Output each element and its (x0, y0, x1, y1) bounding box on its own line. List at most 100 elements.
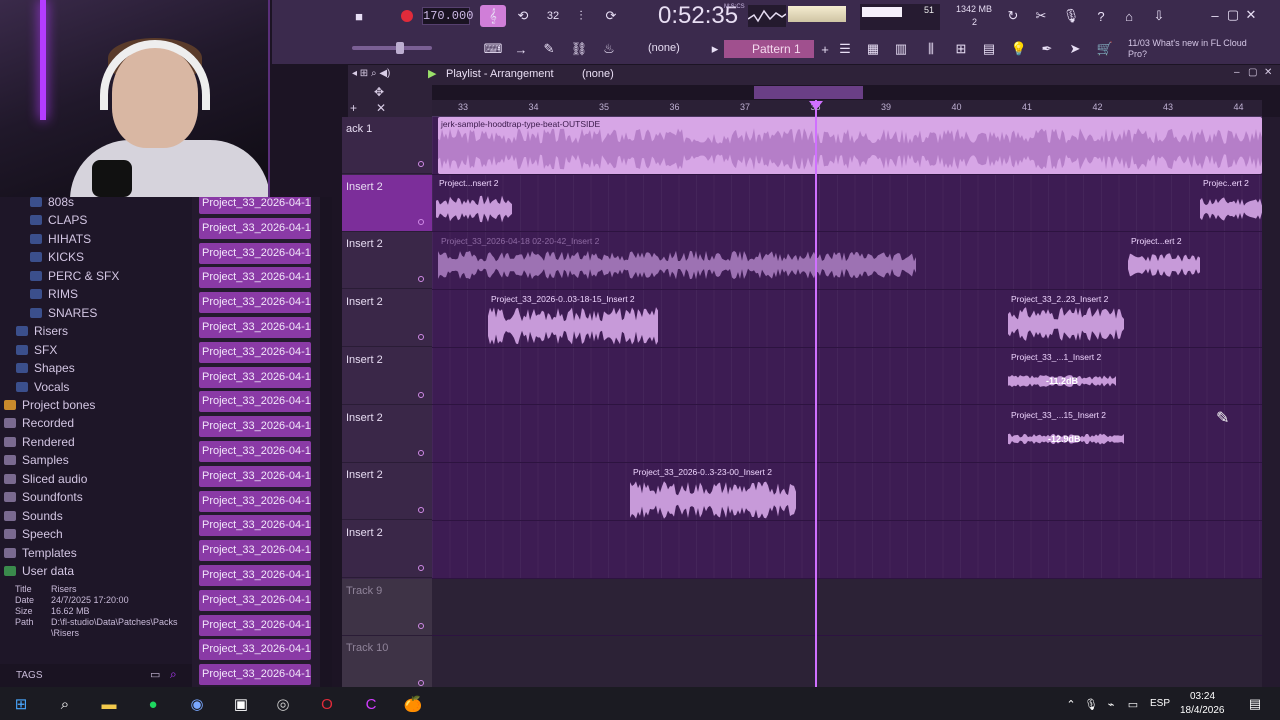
file-item[interactable]: Project_33_2026-04-18... (199, 217, 311, 239)
track-lane[interactable] (432, 348, 1262, 406)
track-header[interactable]: Track 9 (342, 578, 432, 636)
browser-item[interactable]: Templates (4, 544, 77, 562)
plugin-icon[interactable]: ▤ (976, 38, 1002, 60)
track-mute-icon[interactable] (418, 218, 424, 225)
audio-clip[interactable]: Project_33_...1_Insert 2 -11.2dB (1008, 350, 1116, 405)
playlist-menu-icon[interactable]: ◂ ⊞ ⌕ ◀) (352, 68, 390, 79)
cut-icon[interactable]: ✂ (1028, 5, 1054, 27)
audio-clip[interactable]: Project...nsert 2 (436, 176, 516, 231)
track-mute-icon[interactable] (418, 161, 424, 167)
track-header[interactable]: Insert 2 (342, 406, 432, 463)
notifications-icon[interactable]: ▤ (1244, 693, 1266, 715)
file-item[interactable]: Project_33_2026-04-18... (199, 391, 311, 413)
browser-item[interactable]: Shapes (16, 359, 75, 377)
browser-item[interactable]: CLAPS (30, 211, 87, 229)
track-mute-icon[interactable] (418, 680, 424, 687)
playlist-minimize-icon[interactable]: – (1234, 67, 1240, 78)
taskbar-time[interactable]: 03:24 (1190, 691, 1215, 702)
playlist-icon[interactable]: ☰ (832, 38, 858, 60)
remove-icon[interactable]: ✕ (376, 101, 386, 115)
language-indicator[interactable]: ESP (1150, 698, 1170, 709)
audio-clip[interactable]: Project_33_2026-0..03-18-15_Insert 2 (488, 292, 658, 347)
feather-icon[interactable]: ✒ (1034, 38, 1060, 60)
browser-item[interactable]: Sliced audio (4, 470, 87, 488)
tempo-display[interactable]: 170.000 (422, 7, 473, 25)
playlist-maximize-icon[interactable]: ▢ (1248, 67, 1257, 78)
file-item[interactable]: Project_33_2026-04-18... (199, 267, 311, 289)
browser-item[interactable]: User data (4, 562, 74, 580)
browser-item[interactable]: Recorded (4, 414, 74, 432)
track-lane[interactable] (432, 521, 1262, 579)
file-explorer-icon[interactable]: ▬ (98, 693, 120, 715)
file-item[interactable]: Project_33_2026-04-18... (199, 197, 311, 214)
playlist-play-icon[interactable]: ▶ (428, 67, 436, 80)
file-item[interactable]: Project_33_2026-04-18... (199, 490, 311, 512)
blend-icon[interactable]: ⟳ (598, 5, 624, 27)
file-item[interactable]: Project_33_2026-04-18... (199, 589, 311, 611)
track-header[interactable]: Track 10 (342, 636, 432, 694)
opera-icon[interactable]: O (316, 693, 338, 715)
search-icon[interactable]: ⌕ (54, 693, 76, 715)
playhead[interactable] (815, 100, 817, 687)
browser-item[interactable]: 808s (30, 193, 74, 211)
track-header[interactable]: Insert 2 (342, 348, 432, 405)
browser-item[interactable]: HIHATS (30, 230, 91, 248)
keyboard-icon[interactable]: ⌨ (480, 38, 506, 60)
browser-item[interactable]: Rendered (4, 433, 75, 451)
track-lane[interactable] (432, 578, 1262, 637)
arrow-right-icon[interactable]: → (508, 38, 534, 60)
file-item[interactable]: Project_33_2026-04-18... (199, 242, 311, 264)
browser-item[interactable]: Project bones (4, 396, 95, 414)
battery-icon[interactable]: ▭ (1122, 693, 1144, 715)
audio-clip[interactable]: Project_33_...15_Insert 2 -12.9dB (1008, 408, 1124, 463)
master-pitch-slider[interactable] (352, 42, 432, 54)
track-header[interactable]: Insert 2 (342, 174, 432, 232)
track-mute-icon[interactable] (418, 449, 424, 456)
audio-clip[interactable]: Project_33_2026-04-18 02-20-42_Insert 2 (438, 234, 918, 289)
loop-record-icon[interactable]: ⟲ (510, 5, 536, 27)
help-icon[interactable]: ? (1088, 5, 1114, 27)
browser-scrollbar[interactable] (320, 197, 332, 687)
audio-clip[interactable]: Project_33_2..23_Insert 2 (1008, 292, 1124, 347)
fish-icon[interactable]: ➤ (1062, 38, 1088, 60)
browser-item[interactable]: SNARES (30, 304, 97, 322)
game-icon[interactable]: ▣ (230, 693, 252, 715)
browser-item[interactable]: Soundfonts (4, 488, 83, 506)
file-item[interactable]: Project_33_2026-04-18... (199, 465, 311, 487)
audio-clip[interactable]: Projec..ert 2 (1200, 176, 1262, 231)
file-item[interactable]: Project_33_2026-04-18... (199, 292, 311, 314)
playhead-marker[interactable] (809, 101, 823, 110)
file-item[interactable]: Project_33_2026-04-18... (199, 341, 311, 363)
playlist-scrollbar[interactable] (1262, 117, 1280, 687)
app-orb-icon[interactable]: ◉ (186, 693, 208, 715)
undo-icon[interactable]: ↻ (1000, 5, 1026, 27)
tag-filter-icon[interactable]: ▭ (150, 668, 160, 681)
track-mute-icon[interactable] (418, 622, 424, 629)
link-icon[interactable]: ⛓ (566, 38, 592, 60)
browser-icon[interactable]: ⊞ (948, 38, 974, 60)
spotify-icon[interactable]: ● (142, 693, 164, 715)
file-item[interactable]: Project_33_2026-04-18... (199, 664, 311, 686)
step-edit-icon[interactable]: ⫶ (568, 5, 594, 27)
bulb-icon[interactable]: 💡 (1006, 38, 1032, 60)
file-item[interactable]: Project_33_2026-04-18... (199, 614, 311, 636)
tag-search-icon[interactable]: ⌕ (170, 667, 177, 682)
stop-icon[interactable]: ■ (346, 5, 372, 27)
track-header[interactable]: Insert 2 (342, 521, 432, 578)
track-lane[interactable] (432, 175, 1262, 233)
mixer-target[interactable]: (none) (648, 42, 680, 54)
taskbar-date[interactable]: 18/4/2026 (1180, 705, 1225, 716)
file-item[interactable]: Project_33_2026-04-18... (199, 366, 311, 388)
stamp-icon[interactable]: ♨ (596, 38, 622, 60)
track-header[interactable]: ack 1 (342, 117, 432, 174)
browser-item[interactable]: Vocals (16, 378, 69, 396)
audio-clip[interactable]: jerk-sample-hoodtrap-type-beat-OUTSIDE (438, 117, 1262, 174)
file-item[interactable]: Project_33_2026-04-18... (199, 441, 311, 462)
mic-tray-icon[interactable]: 🎙 (1080, 693, 1102, 715)
fl-studio-icon[interactable]: 🍊 (402, 693, 424, 715)
snap-icon[interactable]: ✥ (374, 85, 384, 99)
metronome-icon[interactable]: 𝄞 (480, 5, 506, 27)
arrangement-selector[interactable]: (none) (582, 68, 614, 80)
track-mute-icon[interactable] (418, 507, 424, 514)
track-header[interactable]: Insert 2 (342, 290, 432, 348)
